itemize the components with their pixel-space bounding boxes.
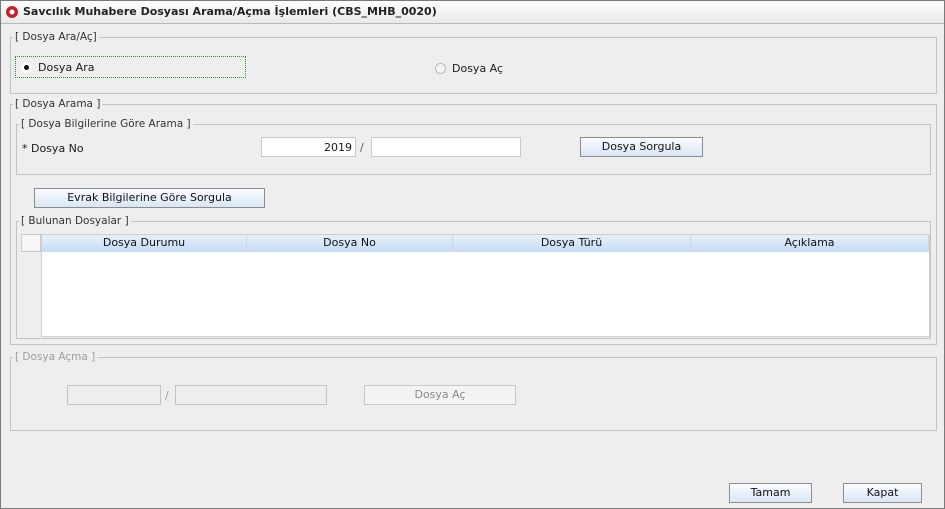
radio-dosya-ac[interactable]: Dosya Aç <box>435 62 503 75</box>
radio-unselected-icon[interactable] <box>435 63 446 74</box>
tamam-button[interactable]: Tamam <box>729 483 812 503</box>
dosya-arama-legend: [ Dosya Arama ] <box>15 98 101 110</box>
table-corner-cell[interactable] <box>21 234 41 252</box>
dosya-no-year-input[interactable]: 2019 <box>261 137 356 157</box>
evrak-sorgula-button[interactable]: Evrak Bilgilerine Göre Sorgula <box>34 188 265 208</box>
column-header-aciklama[interactable]: Açıklama <box>691 235 929 252</box>
dosya-no-number-input[interactable] <box>371 137 521 157</box>
dosya-no-separator: / <box>360 141 364 154</box>
dosya-bilgi-legend: [ Dosya Bilgilerine Göre Arama ] <box>21 118 191 130</box>
dosya-no-label: * Dosya No <box>22 142 84 155</box>
window-title: Savcılık Muhabere Dosyası Arama/Açma İşl… <box>23 5 437 18</box>
dosya-acma-legend: [ Dosya Açma ] <box>15 351 96 363</box>
dosya-sorgula-button[interactable]: Dosya Sorgula <box>580 137 703 157</box>
title-bar: Savcılık Muhabere Dosyası Arama/Açma İşl… <box>1 1 944 24</box>
dosya-ac-button[interactable]: Dosya Aç <box>364 385 516 405</box>
table-header: Dosya Durumu Dosya No Dosya Türü Açıklam… <box>42 235 929 252</box>
column-header-dosya-turu[interactable]: Dosya Türü <box>453 235 691 252</box>
app-emblem-icon <box>6 6 18 18</box>
column-header-dosya-no[interactable]: Dosya No <box>247 235 453 252</box>
column-header-dosya-durumu[interactable]: Dosya Durumu <box>42 235 247 252</box>
bulunan-dosyalar-legend: [ Bulunan Dosyalar ] <box>21 215 129 227</box>
dosya-acma-year-input[interactable] <box>67 385 161 405</box>
radio-dosya-ara-label: Dosya Ara <box>38 61 95 74</box>
radio-selected-icon[interactable] <box>21 62 32 73</box>
kapat-button[interactable]: Kapat <box>843 483 922 503</box>
main-window: Savcılık Muhabere Dosyası Arama/Açma İşl… <box>0 0 945 509</box>
dosya-ara-ac-legend: [ Dosya Ara/Aç] <box>15 31 97 43</box>
radio-dosya-ac-label: Dosya Aç <box>452 62 504 75</box>
radio-dosya-ara[interactable]: Dosya Ara <box>21 61 94 74</box>
dosya-acma-number-input[interactable] <box>175 385 327 405</box>
bulunan-dosyalar-table[interactable]: Dosya Durumu Dosya No Dosya Türü Açıklam… <box>41 234 930 337</box>
dosya-acma-separator: / <box>165 389 169 402</box>
